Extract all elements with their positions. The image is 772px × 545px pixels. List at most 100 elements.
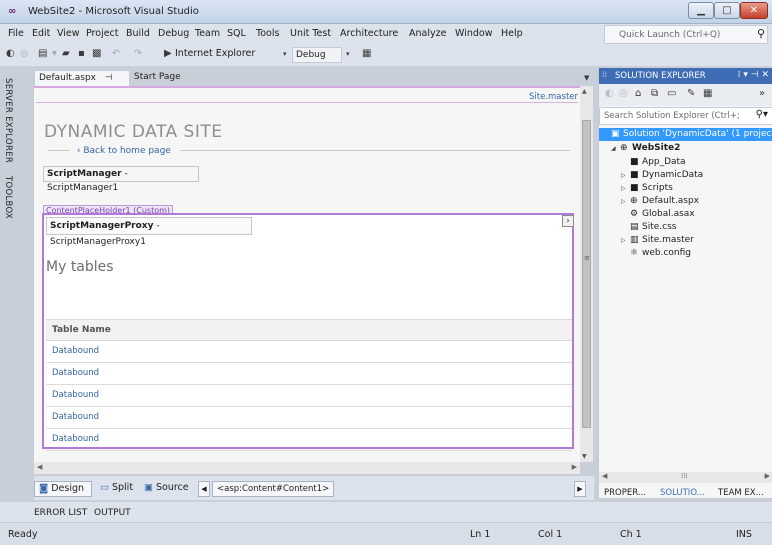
maximize-button[interactable]: □ [714,2,740,19]
scroll-right-icon[interactable]: ▶ [765,472,770,480]
collapsed-icon[interactable]: ▷ [621,182,630,195]
quick-launch-input[interactable]: Quick Launch (Ctrl+Q) ⚲ [604,25,768,44]
back-navigation: ‹ Back to home page [44,146,570,156]
design-horizontal-scrollbar[interactable]: ◀ ▶ [34,462,580,474]
save-icon[interactable]: ▪ [78,48,85,59]
browser-selector[interactable]: Internet Explorer [175,48,255,59]
scroll-down-icon[interactable]: ▼ [582,453,587,460]
tree-node-scripts[interactable]: ▷ ■ Scripts [621,182,673,195]
tag-nav-left-icon[interactable]: ◀ [198,481,210,497]
smart-tag-arrow-icon[interactable]: › [562,215,574,227]
tab-team-explorer[interactable]: TEAM EX... [718,488,764,498]
master-page-link[interactable]: Site.master [529,92,578,102]
close-button[interactable]: ✕ [740,2,768,19]
menu-view[interactable]: View [57,28,80,39]
collapsed-icon[interactable]: ▷ [621,195,630,208]
menu-analyze[interactable]: Analyze [409,28,446,39]
home-icon[interactable]: ⌂ [635,88,641,99]
solution-explorer-hscrollbar[interactable]: ◀ ⁞⁞⁞ ▶ [599,472,772,483]
scroll-left-icon[interactable]: ◀ [602,472,607,480]
content-region[interactable]: ScriptManagerProxy - ScriptManagerProxy1… [42,213,574,451]
scroll-left-icon[interactable]: ◀ [37,463,42,471]
menu-architecture[interactable]: Architecture [340,28,398,39]
search-icon[interactable]: ⚲▾ [756,109,768,120]
tree-node-dynamicdata[interactable]: ▷ ■ DynamicData [621,169,703,182]
collapse-all-icon[interactable]: ▭ [667,88,676,99]
configuration-dropdown-icon[interactable]: ▾ [346,50,350,58]
solution-explorer-header: ⁞⁞ SOLUTION EXPLORER ⁞ ▾ ⊣ ✕ [599,68,772,84]
menu-help[interactable]: Help [501,28,523,39]
back-home-link[interactable]: Back to home page [83,146,170,156]
tree-node-site-master[interactable]: ▷ ▥ Site.master [621,234,694,247]
tab-default-aspx[interactable]: Default.aspx ⊣ ✕ [34,70,130,97]
toolbox-tab[interactable]: TOOLBOX [3,176,13,219]
solution-search-input[interactable]: Search Solution Explorer (Ctrl+; ⚲▾ [599,107,772,125]
solution-explorer-title: SOLUTION EXPLORER [615,71,706,81]
new-project-icon[interactable]: ▤ [38,48,47,59]
scroll-right-icon[interactable]: ▶ [572,463,577,471]
menu-window[interactable]: Window [455,28,492,39]
browser-dropdown-icon[interactable]: ▾ [283,50,287,58]
tables-grid[interactable]: Table Name Databound Databound Databound… [46,319,572,451]
open-file-icon[interactable]: ▰ [62,48,70,59]
forward-icon[interactable]: ◎ [20,48,28,59]
pin-icon[interactable]: ⊣ [105,73,113,83]
scroll-thumb[interactable] [582,120,591,428]
back-icon[interactable]: ◐ [605,88,614,99]
start-debug-icon[interactable]: ▶ [164,48,172,59]
tree-node-solution[interactable]: ▣ Solution 'DynamicData' (1 project [599,128,772,141]
redo-icon[interactable]: ↷ [134,48,142,59]
undo-icon[interactable]: ↶ [112,48,120,59]
properties-icon[interactable]: ✎ [687,88,695,99]
tree-node-default-aspx[interactable]: ▷ ⊕ Default.aspx [621,195,699,208]
tab-output[interactable]: OUTPUT [94,508,131,518]
tree-node-website2[interactable]: ◢ ⊕ WebSite2 [611,142,680,155]
tab-error-list[interactable]: ERROR LIST [34,508,87,518]
split-view-button[interactable]: ▭ Split [96,481,137,497]
tab-properties[interactable]: PROPER... [604,488,646,498]
save-all-icon[interactable]: ▩ [92,48,101,59]
back-icon[interactable]: ◐ [6,48,15,59]
master-boundary-line [36,102,578,103]
configuration-combo[interactable]: Debug [292,47,342,63]
script-manager-proxy-control[interactable]: ScriptManagerProxy - ScriptManagerProxy1 [46,217,252,247]
design-view-button[interactable]: ◙ Design [34,481,92,497]
menu-edit[interactable]: Edit [32,28,50,39]
collapsed-icon[interactable]: ▷ [621,169,630,182]
scroll-up-icon[interactable]: ▲ [582,88,587,95]
search-icon[interactable]: ⚲ [757,27,765,40]
minimize-button[interactable]: ▁ [688,2,714,19]
expanded-icon[interactable]: ◢ [611,142,620,155]
menu-file[interactable]: File [8,28,24,39]
sync-icon[interactable]: ⧉ [651,88,658,99]
script-manager-control[interactable]: ScriptManager - ScriptManager1 [43,166,199,193]
tree-node-global-asax[interactable]: ⚙ Global.asax [621,208,695,221]
menu-project[interactable]: Project [86,28,119,39]
tab-list-dropdown-icon[interactable]: ▼ [584,74,589,82]
menu-debug[interactable]: Debug [158,28,189,39]
design-surface[interactable]: Site.master DYNAMIC DATA SITE ‹ Back to … [34,86,580,462]
tree-node-app-data[interactable]: ■ App_Data [621,156,686,169]
tab-solution-explorer[interactable]: SOLUTIO... [660,488,705,498]
tab-start-page[interactable]: Start Page [130,70,190,86]
server-explorer-tab[interactable]: SERVER EXPLORER [3,78,13,163]
tag-path[interactable]: <asp:Content#Content1> [212,481,335,497]
grip-icon[interactable]: ⁞⁞ [602,70,607,79]
view-icon[interactable]: ▦ [703,88,712,99]
new-dropdown-icon[interactable]: ▾ [52,48,57,59]
panel-controls[interactable]: ⁞ ▾ ⊣ ✕ [738,70,769,80]
design-vertical-scrollbar[interactable]: ▲ ≡ ▼ [580,86,593,462]
tree-node-site-css[interactable]: ▤ Site.css [621,221,676,234]
tag-nav-right-icon[interactable]: ▶ [574,481,586,497]
menu-tools[interactable]: Tools [256,28,279,39]
menu-unit-test[interactable]: Unit Test [290,28,331,39]
overflow-icon[interactable]: » [759,88,765,99]
menu-build[interactable]: Build [126,28,150,39]
source-view-button[interactable]: ▣ Source [140,481,193,497]
tree-node-web-config[interactable]: ⚛ web.config [621,247,691,260]
find-in-files-icon[interactable]: ▦ [362,48,371,59]
menu-team[interactable]: Team [195,28,220,39]
menu-sql[interactable]: SQL [227,28,246,39]
collapsed-icon[interactable]: ▷ [621,234,630,247]
forward-icon[interactable]: ◎ [619,88,628,99]
